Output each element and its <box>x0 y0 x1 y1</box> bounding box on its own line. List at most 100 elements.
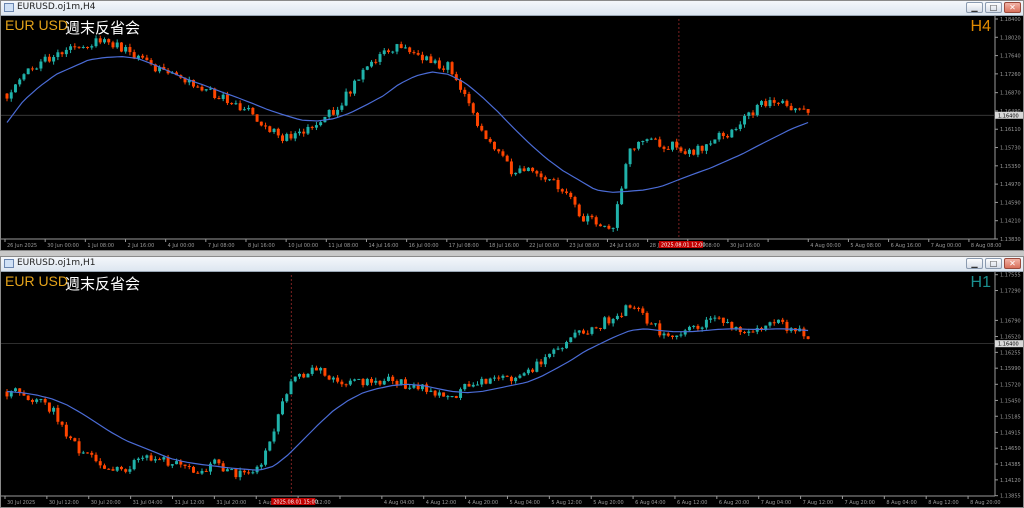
chart-window-h1[interactable]: EURUSD.oj1m,H1 ▁ □ ✕ EUR USD 週末反省会 H1 1.… <box>0 256 1024 508</box>
bear-candle <box>743 332 747 334</box>
bear-candle <box>86 452 90 454</box>
bear-candle <box>111 42 115 48</box>
bull-candle <box>43 56 47 62</box>
bear-candle <box>721 317 725 323</box>
window-titlebar-h1[interactable]: EURUSD.oj1m,H1 ▁ □ ✕ <box>1 257 1023 272</box>
bull-candle <box>35 399 39 402</box>
bull-candle <box>39 399 43 401</box>
price-chart-h4[interactable]: 1.18400 1.18020 1.17640 1.17260 1.16870 1.164… <box>1 15 1023 251</box>
bear-candle <box>671 335 674 337</box>
bear-candle <box>111 469 115 471</box>
bear-candle <box>119 42 123 52</box>
bull-candle <box>9 92 13 99</box>
bull-candle <box>170 464 174 466</box>
bear-candle <box>696 325 700 329</box>
bear-candle <box>47 56 51 62</box>
bear-candle <box>361 378 365 386</box>
bull-candle <box>471 384 475 387</box>
bear-candle <box>238 103 242 111</box>
bull-candle <box>314 125 318 128</box>
bull-candle <box>620 188 624 205</box>
chart-window-h4[interactable]: EURUSD.oj1m,H4 ▁ □ ✕ EUR USD 週末反省会 H4 1.… <box>0 0 1024 251</box>
bear-candle <box>433 390 437 396</box>
price-tick-label: 1.13830 <box>1000 237 1021 243</box>
bull-candle <box>709 318 713 320</box>
time-tick-label: 30 Jun 00:00 <box>47 243 79 249</box>
time-tick-label: 30 Jul 20:00 <box>91 500 121 506</box>
bull-candle <box>662 333 666 336</box>
bear-candle <box>30 68 34 70</box>
bear-candle <box>128 47 132 53</box>
bull-candle <box>577 330 581 333</box>
bull-candle <box>543 357 547 365</box>
bull-candle <box>247 107 251 110</box>
price-tick-label: 1.17260 <box>1000 72 1021 78</box>
bear-candle <box>531 369 535 372</box>
bear-candle <box>594 327 598 329</box>
bear-candle <box>556 179 560 190</box>
bull-candle <box>145 455 149 458</box>
time-tick-label: 5 Aug 04:00 <box>509 500 540 506</box>
bull-candle <box>548 179 552 181</box>
time-tick-label: 18 Jul 16:00 <box>489 243 519 249</box>
bear-candle <box>242 470 246 473</box>
bull-candle <box>518 375 522 378</box>
bull-candle <box>90 46 94 48</box>
bear-candle <box>560 189 564 192</box>
bear-candle <box>331 109 335 115</box>
bull-candle <box>713 139 717 144</box>
close-button[interactable]: ✕ <box>1004 2 1021 13</box>
time-tick-label: 7 Aug 04:00 <box>761 500 792 506</box>
bull-candle <box>628 148 632 165</box>
window-titlebar-h4[interactable]: EURUSD.oj1m,H4 ▁ □ ✕ <box>1 1 1023 16</box>
price-tick-label: 1.16790 <box>1000 318 1021 324</box>
time-tick-label: 8 Aug 08:00 <box>971 243 1002 249</box>
bull-candle <box>35 68 39 70</box>
price-tick-label: 1.15730 <box>1000 146 1021 152</box>
bear-candle <box>565 191 569 193</box>
bear-candle <box>5 93 9 99</box>
bear-candle <box>119 466 123 470</box>
bear-candle <box>607 225 611 229</box>
time-tick-label: 5 Aug 20:00 <box>593 500 624 506</box>
bull-candle <box>603 225 607 227</box>
time-tick-label: 5 Aug 08:00 <box>850 243 881 249</box>
price-tick-label: 1.17290 <box>1000 289 1021 295</box>
time-tick-label: 8 Aug 20:00 <box>970 500 1001 506</box>
bear-candle <box>662 146 666 149</box>
bull-candle <box>128 469 132 472</box>
maximize-button[interactable]: □ <box>985 2 1002 13</box>
bear-candle <box>264 125 268 127</box>
bull-candle <box>81 452 85 454</box>
bear-candle <box>145 57 149 61</box>
bull-candle <box>514 172 518 175</box>
current-price-label: 1.16400 <box>998 342 1019 348</box>
bear-candle <box>645 312 649 324</box>
bear-candle <box>43 399 47 403</box>
bull-candle <box>136 458 140 461</box>
bear-candle <box>374 61 378 63</box>
price-chart-h1[interactable]: 1.17555 1.17290 1.16790 1.16520 1.16255 1.159… <box>1 271 1023 508</box>
bear-candle <box>230 103 234 105</box>
bear-candle <box>107 468 111 470</box>
bull-candle <box>361 69 365 80</box>
minimize-button[interactable]: ▁ <box>966 258 983 269</box>
bull-candle <box>649 138 653 140</box>
minimize-button[interactable]: ▁ <box>966 2 983 13</box>
bear-candle <box>90 452 94 455</box>
bull-candle <box>132 460 136 470</box>
bear-candle <box>442 392 446 397</box>
bear-candle <box>77 46 81 48</box>
current-price-label: 1.16400 <box>998 113 1019 119</box>
bull-candle <box>213 459 217 464</box>
bull-candle <box>276 414 280 432</box>
price-tick-label: 1.16110 <box>1000 127 1021 133</box>
time-tick-label: 23 Jul 08:00 <box>569 243 599 249</box>
bear-candle <box>679 147 683 152</box>
maximize-button[interactable]: □ <box>985 258 1002 269</box>
price-tick-label: 1.16255 <box>1000 350 1021 356</box>
close-button[interactable]: ✕ <box>1004 258 1021 269</box>
bear-candle <box>505 155 509 162</box>
bull-candle <box>242 109 246 111</box>
bear-candle <box>531 167 535 172</box>
